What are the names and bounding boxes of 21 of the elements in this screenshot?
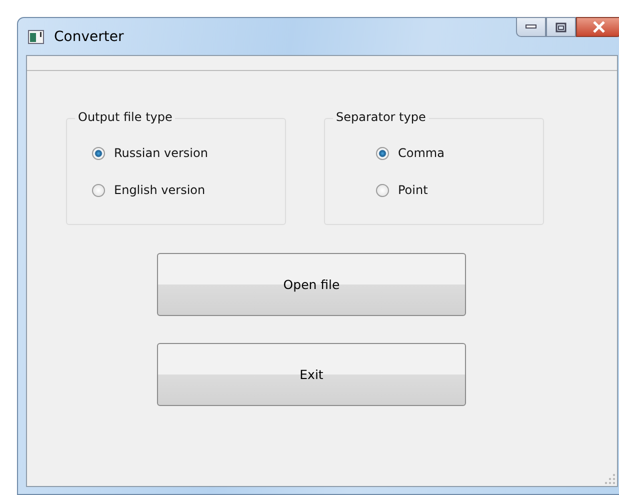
push-button[interactable]: Exit <box>157 343 466 406</box>
maximize-button[interactable] <box>546 17 576 37</box>
push-button[interactable]: Open file <box>157 253 466 316</box>
radio-option[interactable]: Comma <box>376 143 543 163</box>
window-title: Converter <box>54 28 124 44</box>
radio-button[interactable] <box>376 184 389 196</box>
radio-button[interactable] <box>92 146 105 160</box>
group-title: Output file type <box>75 110 176 124</box>
radio-option[interactable]: English version <box>92 180 285 200</box>
minimize-button[interactable] <box>516 17 546 37</box>
minimize-icon <box>525 24 537 30</box>
radio-option[interactable]: Point <box>376 180 543 200</box>
close-button[interactable] <box>576 17 619 37</box>
radio-button[interactable] <box>376 146 389 160</box>
group-title: Separator type <box>333 110 429 124</box>
app-icon <box>28 30 44 44</box>
radio-button[interactable] <box>92 184 105 196</box>
maximize-icon <box>555 22 567 32</box>
resize-grip-icon <box>605 474 615 484</box>
radio-option[interactable]: Russian version <box>92 143 285 163</box>
close-icon <box>592 21 606 33</box>
